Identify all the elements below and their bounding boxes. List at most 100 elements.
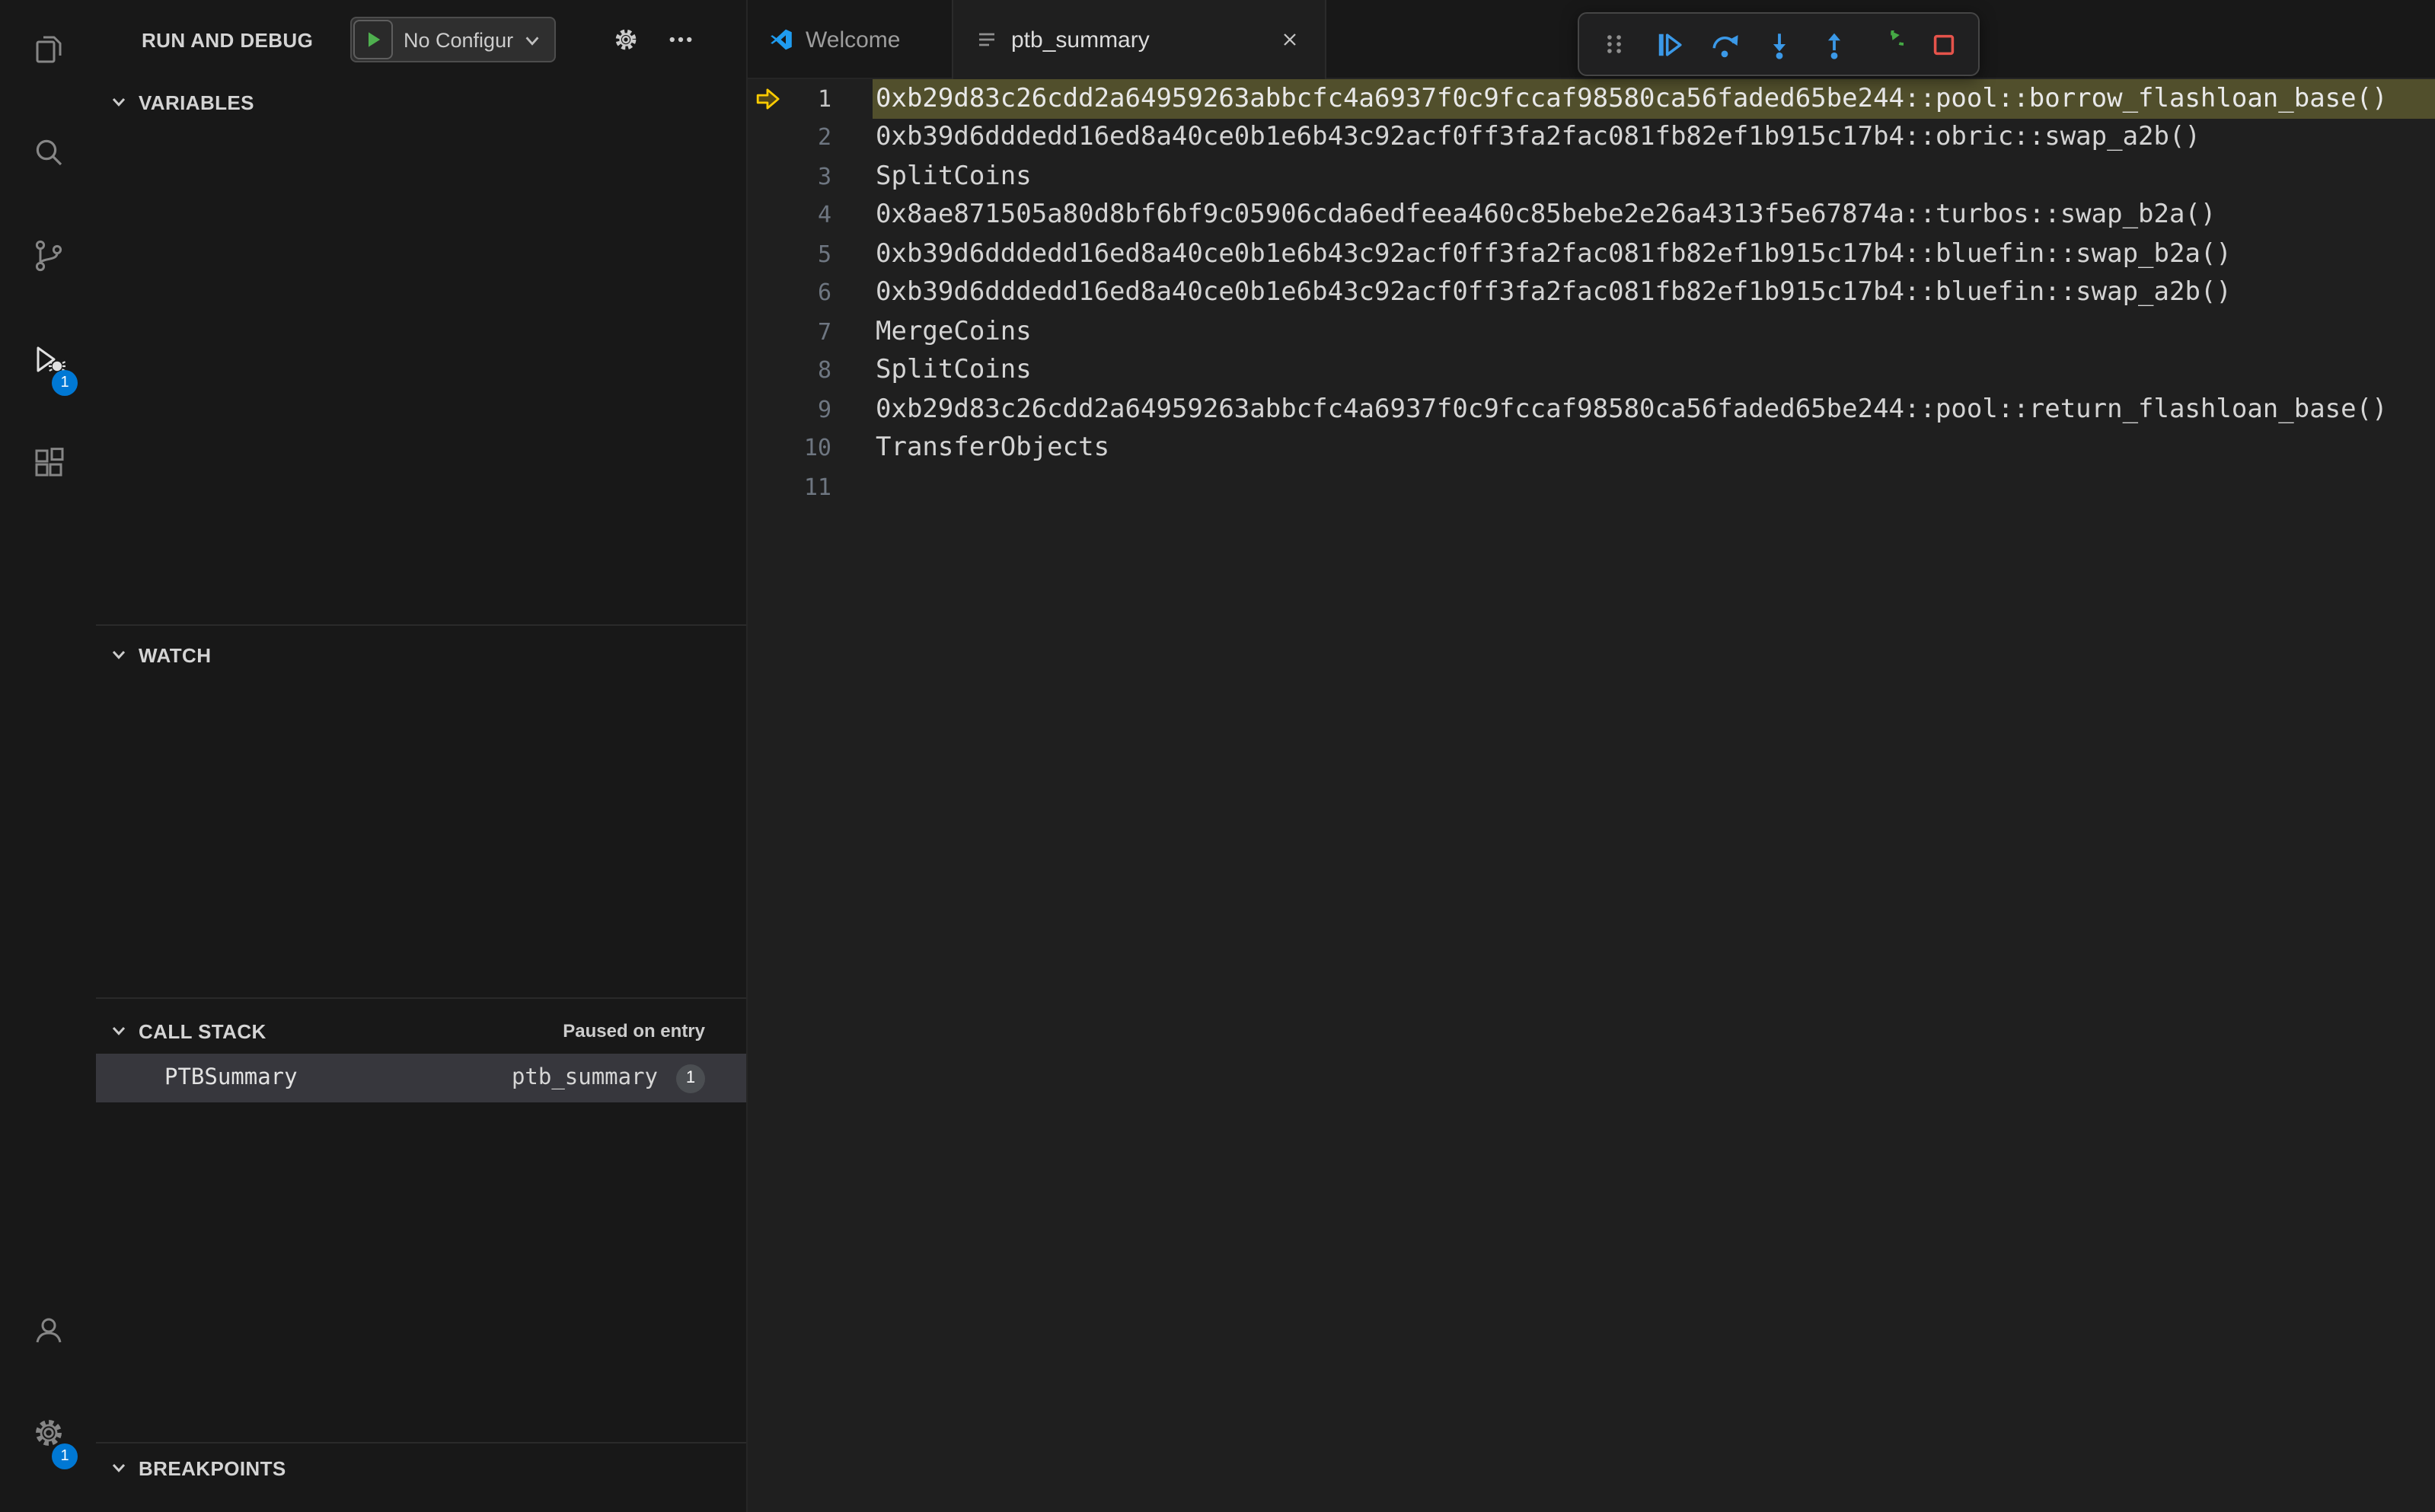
line-number: 1 [817, 85, 831, 113]
settings-badge: 1 [52, 1443, 78, 1469]
activity-item-source-control[interactable] [0, 207, 96, 311]
drag-handle-icon[interactable] [1587, 18, 1642, 70]
pane-header-breakpoints[interactable]: BREAKPOINTS [96, 1451, 746, 1485]
close-icon[interactable] [1273, 23, 1307, 56]
pane-separator [96, 1442, 746, 1443]
breakpoint-gutter[interactable] [748, 312, 787, 351]
more-actions-icon[interactable] [664, 23, 697, 56]
code-line[interactable]: 10 TransferObjects [748, 429, 2435, 467]
code-line[interactable]: 6 0xb39d6dddedd16ed8a40ce0b1e6b43c92acf0f… [748, 273, 2435, 312]
breakpoint-gutter[interactable] [748, 390, 787, 429]
line-number: 4 [817, 201, 831, 229]
line-number: 6 [817, 279, 831, 307]
account-icon [30, 1310, 66, 1354]
code-text[interactable]: 0xb29d83c26cdd2a64959263abbcfc4a6937f0c9… [873, 390, 2435, 429]
code-text[interactable]: 0x8ae871505a80d8bf6bf9c05906cda6edfeea46… [873, 196, 2435, 234]
code-text[interactable] [873, 467, 2435, 506]
continue-button[interactable] [1642, 18, 1696, 70]
play-icon [369, 32, 381, 47]
code-text[interactable]: 0xb29d83c26cdd2a64959263abbcfc4a6937f0c9… [873, 79, 2435, 118]
chevron-down-icon [108, 1457, 129, 1479]
tab-ptb-summary[interactable]: ptb_summary [953, 0, 1326, 79]
line-number: 9 [817, 395, 831, 423]
breakpoint-gutter[interactable] [748, 429, 787, 467]
line-number: 8 [817, 356, 831, 384]
editor-area: Welcome ptb_summary 1 0xb29d83c26cdd2a64… [746, 0, 2435, 1512]
editor-lines[interactable]: 1 0xb29d83c26cdd2a64959263abbcfc4a6937f0c… [748, 79, 2435, 1512]
activity-item-run-and-debug[interactable]: 1 [0, 311, 96, 414]
tab-welcome[interactable]: Welcome [748, 0, 953, 79]
stack-frame-name: PTBSummary [164, 1066, 298, 1090]
step-into-button[interactable] [1751, 18, 1806, 70]
code-text[interactable]: SplitCoins [873, 351, 2435, 390]
code-line[interactable]: 2 0xb39d6dddedd16ed8a40ce0b1e6b43c92acf0f… [748, 118, 2435, 157]
chevron-down-icon [108, 1020, 129, 1041]
chevron-down-icon [522, 30, 542, 49]
code-text[interactable]: 0xb39d6dddedd16ed8a40ce0b1e6b43c92acf0ff… [873, 273, 2435, 312]
files-icon [30, 30, 66, 74]
code-text[interactable]: TransferObjects [873, 429, 2435, 467]
call-stack-frame-row[interactable]: PTBSummary ptb_summary 1 [96, 1054, 746, 1102]
activity-item-extensions[interactable] [0, 414, 96, 518]
start-debugging-button[interactable] [353, 20, 393, 59]
breakpoint-gutter[interactable] [748, 467, 787, 506]
debug-config-dropdown[interactable]: No Configur [350, 17, 557, 62]
run-and-debug-sidebar: RUN AND DEBUG No Configur VARIABLES WATC… [96, 0, 746, 1512]
code-line[interactable]: 11 [748, 467, 2435, 506]
tab-label: ptb_summary [1011, 27, 1150, 53]
current-frame-arrow-icon[interactable] [748, 79, 787, 118]
code-text[interactable]: SplitCoins [873, 157, 2435, 196]
code-line[interactable]: 1 0xb29d83c26cdd2a64959263abbcfc4a6937f0c… [748, 79, 2435, 118]
code-text[interactable]: 0xb39d6dddedd16ed8a40ce0b1e6b43c92acf0ff… [873, 118, 2435, 157]
restart-button[interactable] [1861, 18, 1916, 70]
debug-view-badge: 1 [52, 370, 78, 396]
breakpoint-gutter[interactable] [748, 118, 787, 157]
activity-item-search[interactable] [0, 104, 96, 207]
code-text[interactable]: MergeCoins [873, 312, 2435, 351]
continue-icon [1658, 33, 1681, 56]
stop-button[interactable] [1916, 18, 1971, 70]
pane-label-watch: WATCH [139, 643, 212, 666]
stack-frame-source: ptb_summary [511, 1066, 658, 1090]
activity-bar-top: 1 [0, 0, 96, 518]
stack-frame-badge: 1 [676, 1064, 705, 1093]
pane-header-watch[interactable]: WATCH [96, 638, 746, 671]
pane-label-breakpoints: BREAKPOINTS [139, 1456, 286, 1479]
chevron-down-icon [108, 644, 129, 665]
launch-settings-gear-icon[interactable] [609, 23, 643, 56]
debug-toolbar [1578, 12, 1980, 76]
breakpoint-gutter[interactable] [748, 234, 787, 273]
line-number: 3 [817, 162, 831, 190]
pane-label-variables: VARIABLES [139, 91, 254, 113]
code-line[interactable]: 5 0xb39d6dddedd16ed8a40ce0b1e6b43c92acf0f… [748, 234, 2435, 273]
call-stack-status: Paused on entry [563, 1020, 705, 1041]
breakpoint-gutter[interactable] [748, 273, 787, 312]
step-over-button[interactable] [1696, 18, 1751, 70]
extensions-icon [30, 444, 66, 488]
code-line[interactable]: 9 0xb29d83c26cdd2a64959263abbcfc4a6937f0c… [748, 390, 2435, 429]
activity-item-accounts[interactable] [0, 1281, 96, 1384]
pane-header-call-stack[interactable]: CALL STACK Paused on entry [96, 1014, 746, 1048]
code-line[interactable]: 8 SplitCoins [748, 351, 2435, 390]
pane-label-call-stack: CALL STACK [139, 1019, 266, 1042]
step-into-icon [1772, 33, 1786, 59]
activity-item-explorer[interactable] [0, 0, 96, 104]
sidebar-header: RUN AND DEBUG No Configur [96, 0, 746, 79]
step-out-button[interactable] [1806, 18, 1861, 70]
code-line[interactable]: 4 0x8ae871505a80d8bf6bf9c05906cda6edfeea4… [748, 196, 2435, 234]
breakpoint-gutter[interactable] [748, 351, 787, 390]
code-line[interactable]: 3 SplitCoins [748, 157, 2435, 196]
code-text[interactable]: 0xb39d6dddedd16ed8a40ce0b1e6b43c92acf0ff… [873, 234, 2435, 273]
step-over-icon [1712, 34, 1738, 57]
chevron-down-icon [108, 91, 129, 113]
code-line[interactable]: 7 MergeCoins [748, 312, 2435, 351]
breakpoint-gutter[interactable] [748, 157, 787, 196]
pane-separator [96, 624, 746, 626]
line-number: 11 [803, 473, 831, 501]
breakpoint-gutter[interactable] [748, 196, 787, 234]
pane-header-variables[interactable]: VARIABLES [96, 85, 746, 119]
activity-item-settings[interactable]: 1 [0, 1384, 96, 1488]
search-icon [30, 133, 66, 177]
line-number: 7 [817, 317, 831, 346]
tab-label: Welcome [806, 27, 901, 53]
